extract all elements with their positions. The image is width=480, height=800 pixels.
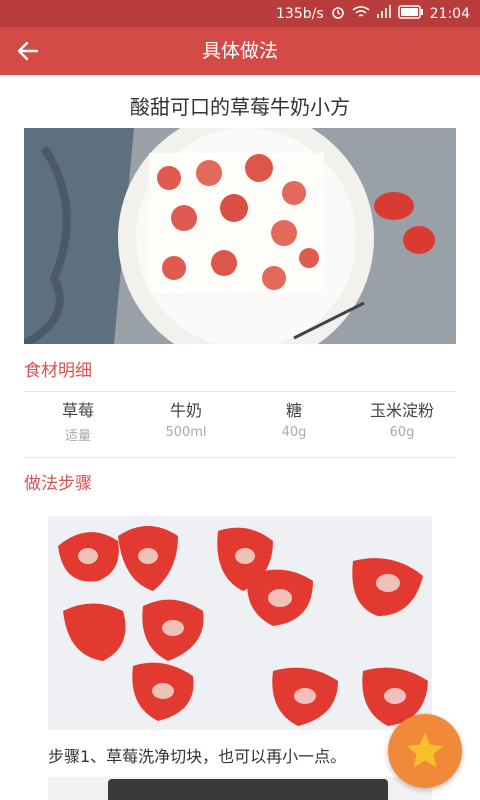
ingredient-name: 草莓	[61, 401, 94, 420]
recipe-title: 酸甜可口的草莓牛奶小方	[130, 95, 350, 119]
ingredient-name: 糖	[285, 401, 302, 420]
ingredient-amount: 60g	[389, 425, 415, 440]
divider	[24, 457, 456, 458]
battery-icon	[397, 5, 424, 23]
recipe-content[interactable]: 酸甜可口的草莓牛奶小方 食材明细 草莓 适量 牛奶 500ml 糖 40g 玉米…	[0, 75, 480, 800]
page-title: 具体做法	[201, 40, 278, 62]
divider	[24, 391, 456, 392]
ingredient-item: 糖 40g	[240, 401, 348, 451]
wifi-icon	[352, 5, 370, 23]
ingredient-amount: 40g	[281, 425, 307, 440]
step-1-image	[48, 516, 432, 730]
ingredient-name: 牛奶	[169, 401, 202, 420]
step-2-image	[48, 777, 432, 800]
app-bar: 具体做法	[0, 27, 480, 75]
steps-section-title: 做法步骤	[24, 474, 92, 494]
ingredient-amount: 适量	[64, 429, 91, 444]
star-icon	[406, 732, 444, 768]
alarm-icon	[330, 4, 346, 24]
recipe-hero-image	[24, 128, 456, 344]
step-1-text: 步骤1、草莓洗净切块，也可以再小一点。	[48, 747, 347, 766]
clock: 21:04	[429, 6, 470, 22]
ingredients-list: 草莓 适量 牛奶 500ml 糖 40g 玉米淀粉 60g	[24, 401, 456, 451]
ingredient-item: 草莓 适量	[24, 401, 132, 451]
status-bar: 135b/s 21:04	[0, 0, 480, 27]
ingredient-amount: 500ml	[165, 425, 207, 440]
favorite-fab[interactable]	[388, 714, 462, 788]
ingredients-section-title: 食材明细	[24, 361, 92, 381]
signal-icon	[376, 5, 392, 23]
network-speed: 135b/s	[276, 6, 324, 22]
ingredient-item: 牛奶 500ml	[132, 401, 240, 451]
ingredient-name: 玉米淀粉	[369, 401, 434, 420]
status-icons: 135b/s 21:04	[276, 4, 470, 24]
ingredient-item: 玉米淀粉 60g	[348, 401, 456, 451]
